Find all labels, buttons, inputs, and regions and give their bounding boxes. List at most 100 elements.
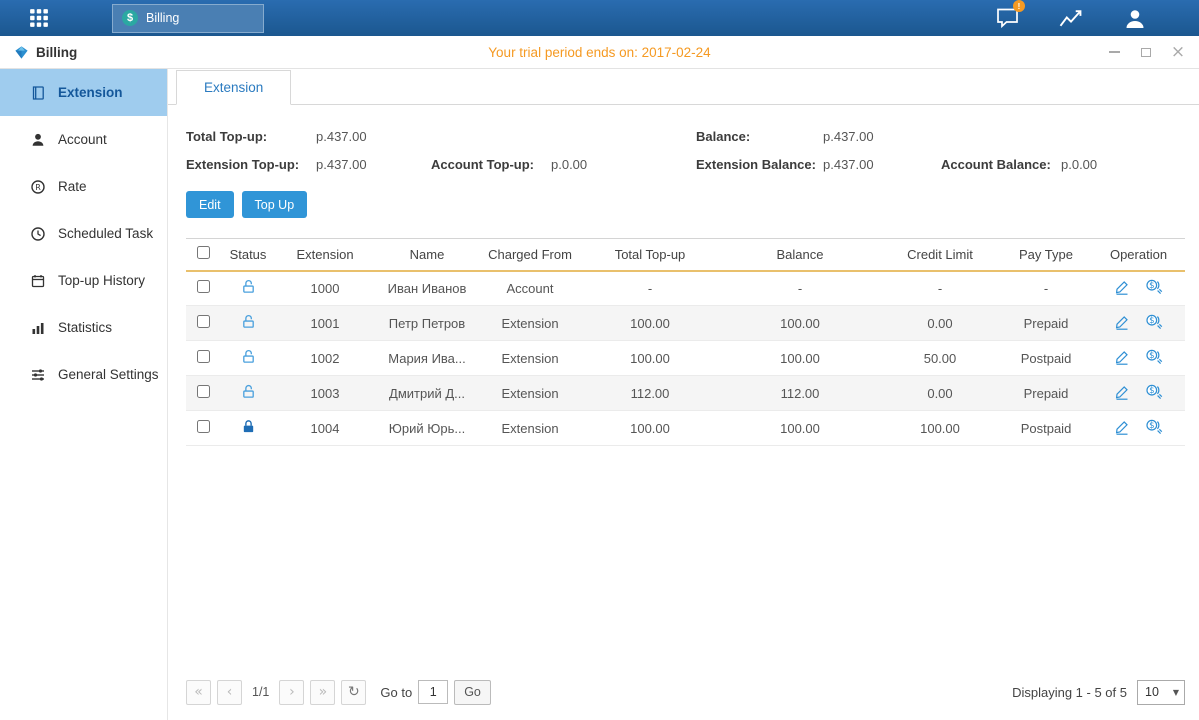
refresh-icon[interactable]: ↻	[341, 680, 366, 705]
go-button[interactable]: Go	[454, 680, 491, 705]
edit-icon[interactable]	[1114, 314, 1130, 330]
minimize-icon[interactable]	[1107, 45, 1121, 59]
top-up-button[interactable]: Top Up	[242, 191, 308, 218]
table-row: 1003 Дмитрий Д... Extension 112.00 112.0…	[186, 376, 1185, 411]
status-unlocked-icon	[241, 314, 256, 329]
summary-label: Account Top-up:	[431, 157, 551, 172]
sidebar-item-statistics[interactable]: Statistics	[0, 304, 167, 351]
billing-diamond-icon	[14, 45, 29, 60]
sidebar-item-label: Account	[58, 132, 107, 147]
topbar-tab-label: Billing	[146, 11, 179, 25]
topup-icon[interactable]: $	[1145, 384, 1163, 400]
app-window: $ Billing ! Billing Your trial	[0, 0, 1199, 720]
rate-circle-icon: R	[30, 179, 46, 195]
goto-page-input[interactable]	[418, 680, 448, 704]
sidebar-item-topup-history[interactable]: Top-up History	[0, 257, 167, 304]
svg-text:$: $	[1149, 281, 1154, 291]
topup-icon[interactable]: $	[1145, 419, 1163, 435]
cell-name: Дмитрий Д...	[374, 376, 480, 411]
sidebar-item-label: Statistics	[58, 320, 112, 335]
cell-charged-from: Extension	[480, 376, 580, 411]
edit-icon[interactable]	[1114, 349, 1130, 365]
col-header-extension: Extension	[276, 239, 374, 271]
row-checkbox[interactable]	[197, 385, 210, 398]
summary-label: Balance:	[696, 129, 823, 144]
last-page-icon[interactable]: »	[310, 680, 335, 705]
summary-label: Total Top-up:	[186, 129, 316, 144]
cell-balance: 100.00	[720, 306, 880, 341]
svg-text:$: $	[1149, 386, 1154, 396]
window-title: Billing	[14, 45, 77, 60]
cell-name: Петр Петров	[374, 306, 480, 341]
col-header-status: Status	[220, 239, 276, 271]
page-size-select[interactable]: 10 ▼	[1137, 680, 1185, 705]
bar-chart-icon	[30, 320, 46, 336]
summary-row-1: Total Top-up: p.437.00 Balance: p.437.00	[186, 129, 1185, 144]
tab-label: Extension	[204, 80, 263, 95]
cell-charged-from: Account	[480, 271, 580, 306]
col-header-charged-from: Charged From	[480, 239, 580, 271]
close-icon[interactable]: ×	[1171, 45, 1185, 59]
chevron-down-icon: ▼	[1173, 688, 1179, 697]
pagination-right: Displaying 1 - 5 of 5 10 ▼	[1012, 680, 1185, 705]
summary-value: p.437.00	[316, 157, 431, 172]
svg-text:R: R	[35, 182, 41, 191]
cell-balance: 100.00	[720, 341, 880, 376]
sidebar-item-scheduled-task[interactable]: Scheduled Task	[0, 210, 167, 257]
trial-notice: Your trial period ends on: 2017-02-24	[0, 45, 1199, 60]
cell-extension: 1004	[276, 411, 374, 446]
topup-icon[interactable]: $	[1145, 349, 1163, 365]
cell-extension: 1003	[276, 376, 374, 411]
edit-button[interactable]: Edit	[186, 191, 234, 218]
table-row: 1000 Иван Иванов Account - - - - $	[186, 271, 1185, 306]
summary-value: p.437.00	[823, 157, 941, 172]
row-checkbox[interactable]	[197, 350, 210, 363]
row-checkbox[interactable]	[197, 280, 210, 293]
summary-label: Extension Balance:	[696, 157, 823, 172]
topup-icon[interactable]: $	[1145, 279, 1163, 295]
summary-label: Extension Top-up:	[186, 157, 316, 172]
maximize-icon[interactable]	[1139, 45, 1153, 59]
summary-value: p.0.00	[1061, 157, 1185, 172]
sidebar-item-rate[interactable]: R Rate	[0, 163, 167, 210]
topup-icon[interactable]: $	[1145, 314, 1163, 330]
cell-name: Юрий Юрь...	[374, 411, 480, 446]
next-page-icon[interactable]: ›	[279, 680, 304, 705]
cell-name: Иван Иванов	[374, 271, 480, 306]
calendar-icon	[30, 273, 46, 289]
topbar-tab-billing[interactable]: $ Billing	[112, 4, 264, 33]
row-checkbox[interactable]	[197, 420, 210, 433]
cell-pay-type: Postpaid	[1000, 411, 1092, 446]
sidebar-item-general-settings[interactable]: General Settings	[0, 351, 167, 398]
sidebar-item-label: General Settings	[58, 367, 159, 382]
page-indicator: 1/1	[252, 685, 269, 699]
first-page-icon[interactable]: «	[186, 680, 211, 705]
tab-extension[interactable]: Extension	[176, 70, 291, 105]
select-all-checkbox[interactable]	[197, 246, 210, 259]
extension-table: Status Extension Name Charged From Total…	[186, 238, 1185, 446]
cell-extension: 1000	[276, 271, 374, 306]
sidebar-item-label: Extension	[58, 85, 123, 100]
sidebar-item-extension[interactable]: Extension	[0, 69, 167, 116]
col-header-name: Name	[374, 239, 480, 271]
cell-credit-limit: 50.00	[880, 341, 1000, 376]
cell-credit-limit: -	[880, 271, 1000, 306]
apps-grid-icon[interactable]	[24, 3, 54, 33]
edit-icon[interactable]	[1114, 419, 1130, 435]
col-header-total-topup: Total Top-up	[580, 239, 720, 271]
sidebar-item-account[interactable]: Account	[0, 116, 167, 163]
col-header-credit-limit: Credit Limit	[880, 239, 1000, 271]
notifications-icon[interactable]: !	[993, 5, 1021, 31]
prev-page-icon[interactable]: ‹	[217, 680, 242, 705]
edit-icon[interactable]	[1114, 384, 1130, 400]
page-size-value: 10	[1145, 685, 1159, 699]
row-checkbox[interactable]	[197, 315, 210, 328]
sliders-icon	[30, 367, 46, 383]
statistics-chart-icon[interactable]	[1057, 5, 1085, 31]
summary-value: p.437.00	[823, 129, 941, 144]
sidebar-item-label: Scheduled Task	[58, 226, 153, 241]
edit-icon[interactable]	[1114, 279, 1130, 295]
user-account-icon[interactable]	[1121, 5, 1149, 31]
cell-charged-from: Extension	[480, 306, 580, 341]
status-locked-icon	[241, 419, 256, 434]
